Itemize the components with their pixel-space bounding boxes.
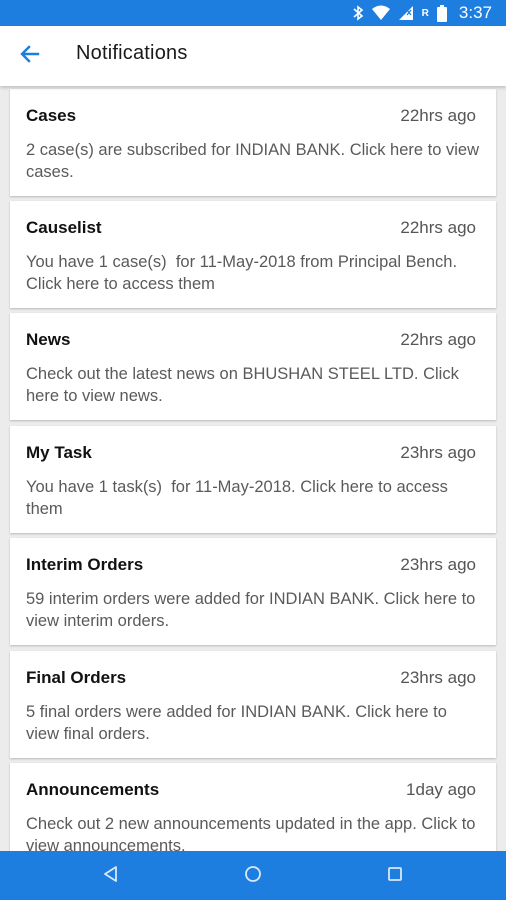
notification-title: Causelist	[26, 218, 102, 237]
notification-body: You have 1 case(s) for 11-May-2018 from …	[26, 253, 462, 293]
wifi-icon	[371, 5, 390, 21]
status-icons: R 3:37	[352, 0, 492, 26]
home-circle-icon	[244, 865, 262, 888]
notification-time: 22hrs ago	[400, 218, 476, 237]
notification-card-my-task[interactable]: My Task 23hrs ago You have 1 task(s) for…	[10, 426, 496, 533]
recents-square-icon	[387, 866, 403, 887]
back-triangle-icon	[102, 865, 120, 888]
notification-card-interim-orders[interactable]: Interim Orders 23hrs ago 59 interim orde…	[10, 538, 496, 645]
notification-card-final-orders[interactable]: Final Orders 23hrs ago 5 final orders we…	[10, 651, 496, 758]
notification-card-causelist[interactable]: Causelist 22hrs ago You have 1 case(s) f…	[10, 201, 496, 308]
notification-body: You have 1 task(s) for 11-May-2018. Clic…	[26, 478, 453, 518]
battery-icon	[436, 4, 447, 22]
signal-icon	[398, 5, 414, 21]
arrow-back-icon	[20, 44, 40, 68]
notification-body: 59 interim orders were added for INDIAN …	[26, 590, 480, 630]
notification-title: Announcements	[26, 780, 160, 799]
notification-title: Cases	[26, 106, 77, 125]
back-button[interactable]	[14, 40, 46, 72]
system-nav-bar	[0, 851, 506, 900]
status-bar: R 3:37	[0, 0, 506, 26]
nav-recents-button[interactable]	[382, 863, 408, 889]
notification-time: 1day ago	[406, 780, 476, 799]
notification-title: Final Orders	[26, 668, 127, 687]
notification-time: 23hrs ago	[400, 443, 476, 462]
notification-time: 23hrs ago	[400, 668, 476, 687]
notification-time: 22hrs ago	[400, 106, 476, 125]
notification-body: Check out the latest news on BHUSHAN STE…	[26, 365, 464, 405]
page-title: Notifications	[76, 42, 188, 64]
app-bar: Notifications	[0, 26, 506, 86]
status-clock: 3:37	[458, 3, 492, 22]
nav-back-button[interactable]	[98, 863, 124, 889]
nav-home-button[interactable]	[240, 863, 266, 889]
notification-body: 2 case(s) are subscribed for INDIAN BANK…	[26, 141, 484, 181]
notification-list[interactable]: Cases 22hrs ago 2 case(s) are subscribed…	[0, 86, 506, 851]
notification-body: 5 final orders were added for INDIAN BAN…	[26, 703, 452, 743]
notification-title: News	[26, 330, 71, 349]
notification-time: 23hrs ago	[400, 555, 476, 574]
notification-card-news[interactable]: News 22hrs ago Check out the latest news…	[10, 313, 496, 420]
notification-time: 22hrs ago	[400, 330, 476, 349]
notification-card-cases[interactable]: Cases 22hrs ago 2 case(s) are subscribed…	[10, 89, 496, 196]
bluetooth-icon	[352, 5, 364, 21]
notification-title: Interim Orders	[26, 555, 144, 574]
roaming-icon: R	[421, 7, 429, 19]
notification-card-announcements[interactable]: Announcements 1day ago Check out 2 new a…	[10, 763, 496, 851]
notification-title: My Task	[26, 443, 92, 462]
notification-body: Check out 2 new announcements updated in…	[26, 815, 481, 851]
